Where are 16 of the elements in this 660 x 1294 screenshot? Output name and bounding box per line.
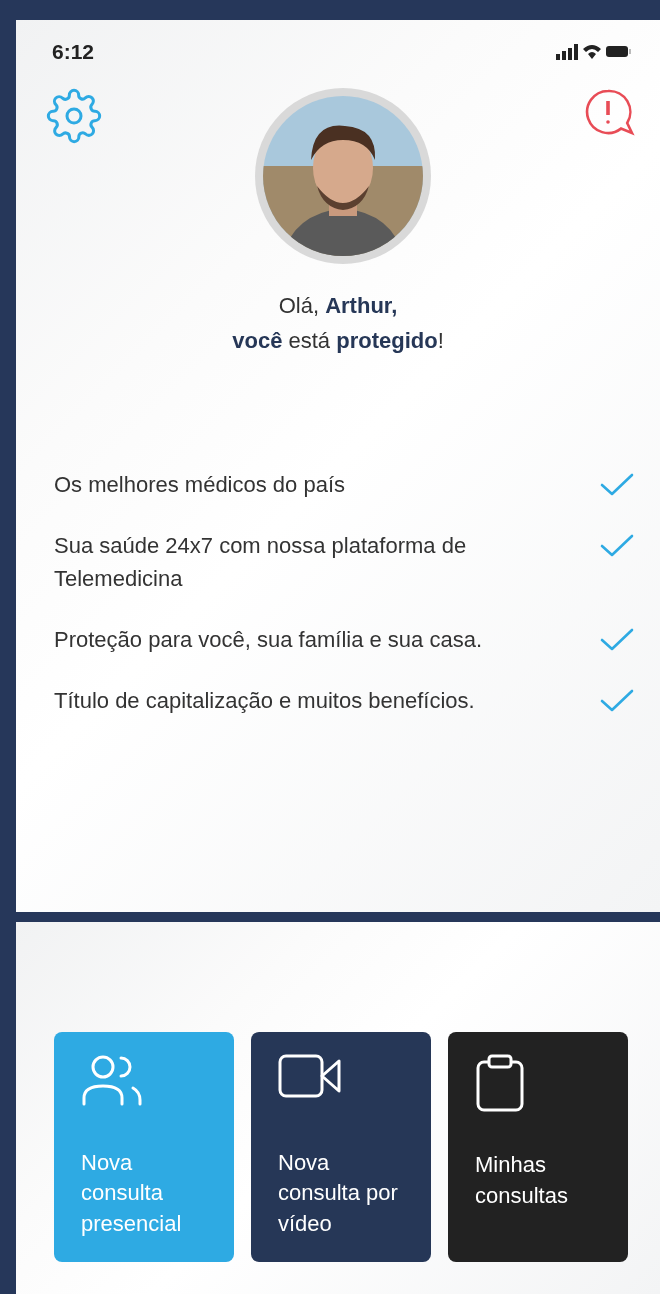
battery-icon — [606, 45, 631, 57]
action-button[interactable]: Nova consulta por vídeo — [251, 1032, 431, 1262]
signal-icon — [556, 43, 578, 60]
clipboard-icon — [475, 1054, 525, 1112]
benefit-text: Sua saúde 24x7 com nossa plataforma de Telemedicina — [54, 531, 468, 593]
status-time: 6:12 — [52, 39, 95, 65]
video-camera-icon — [278, 1054, 342, 1098]
greeting-text: você está protegido! — [232, 326, 444, 355]
benefit-text: Os melhores médicos do país — [54, 470, 347, 499]
people-icon — [81, 1054, 143, 1108]
wifi-icon — [583, 44, 601, 59]
action-button[interactable]: Minhas consultas — [448, 1032, 628, 1262]
greeting-text: Olá, Arthur, — [278, 291, 398, 320]
benefit-text: Proteção para você, sua família e sua casa. — [54, 625, 483, 654]
settings-icon[interactable] — [46, 87, 102, 144]
benefit-text: Título de capitalização e muitos benefícios. — [54, 686, 476, 715]
